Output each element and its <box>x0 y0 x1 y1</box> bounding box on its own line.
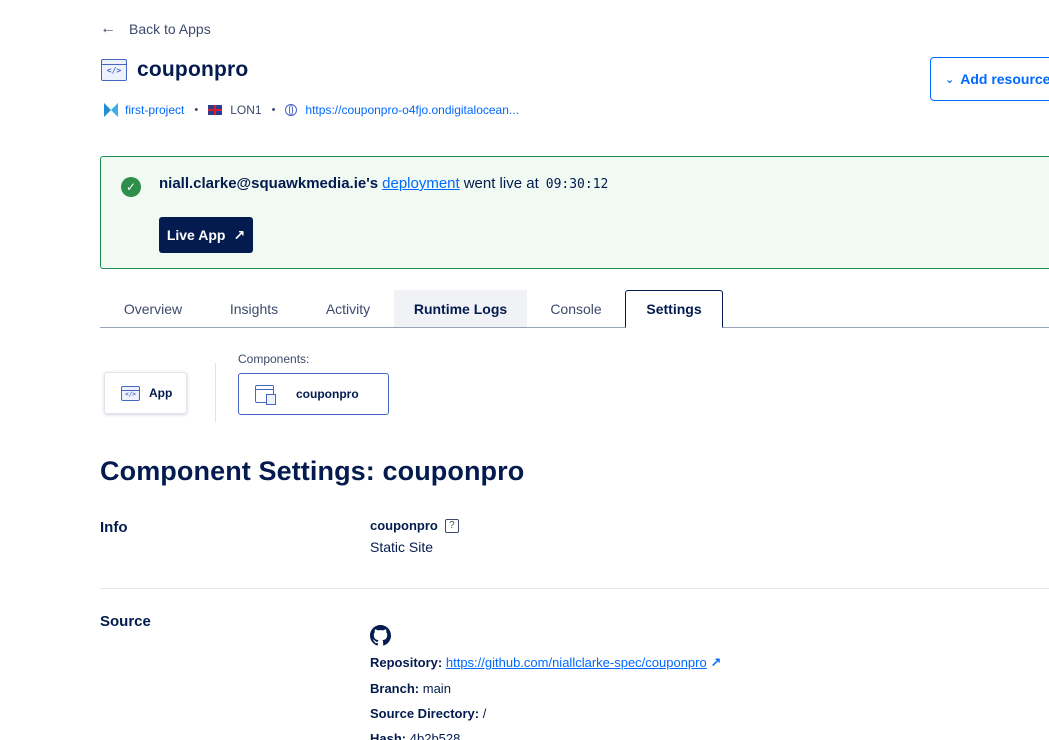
region-label: LON1 <box>230 103 262 117</box>
hash-label: Hash: <box>370 731 407 740</box>
deployment-message: niall.clarke@squawkmedia.ie's deployment… <box>159 175 608 192</box>
hash-row: Hash: 4b2b528 <box>370 731 460 740</box>
app-url-link[interactable]: https://couponpro-o4fjo.ondigitalocean..… <box>305 103 518 117</box>
code-window-icon: </> <box>101 59 127 81</box>
tab-overview[interactable]: Overview <box>100 290 206 327</box>
app-card-label: App <box>149 386 173 400</box>
github-icon <box>370 625 391 646</box>
back-label: Back to Apps <box>129 21 211 37</box>
globe-icon <box>285 104 298 116</box>
project-link[interactable]: first-project <box>125 103 184 117</box>
app-title: </> couponpro <box>101 58 248 82</box>
separator-dot: • <box>271 104 276 116</box>
repository-row: Repository: https://github.com/niallclar… <box>370 655 721 671</box>
deployment-status-text: went live at <box>463 175 539 192</box>
external-link-icon: ↗ <box>710 655 722 670</box>
source-directory-label: Source Directory: <box>370 706 480 721</box>
tab-activity[interactable]: Activity <box>302 290 394 327</box>
back-to-apps-link[interactable]: ← Back to Apps <box>100 20 211 38</box>
project-icon <box>104 103 118 117</box>
arrow-left-icon: ← <box>100 20 116 37</box>
deployment-link[interactable]: deployment <box>382 175 460 192</box>
tab-label: Settings <box>646 301 702 317</box>
component-name: couponpro ? <box>370 518 459 533</box>
uk-flag-icon <box>208 105 223 115</box>
app-name: couponpro <box>137 58 249 81</box>
component-card-couponpro[interactable]: couponpro <box>238 373 389 415</box>
source-directory-row: Source Directory: / <box>370 706 486 721</box>
tab-settings[interactable]: Settings <box>625 290 723 328</box>
live-app-label: Live App <box>166 227 226 243</box>
static-site-icon <box>255 385 276 405</box>
source-section-label: Source <box>100 613 151 630</box>
tab-runtime-logs[interactable]: Runtime Logs <box>394 290 527 327</box>
tab-label: Console <box>550 300 602 317</box>
component-name-text: couponpro <box>370 518 438 533</box>
code-window-icon: </> <box>121 385 140 401</box>
section-divider <box>100 588 1049 589</box>
chevron-down-icon: ⌄ <box>945 73 955 86</box>
help-icon[interactable]: ? <box>444 518 459 533</box>
branch-value: main <box>422 681 451 696</box>
info-section-label: Info <box>100 519 128 536</box>
component-card-label: couponpro <box>296 387 359 401</box>
tab-label: Runtime Logs <box>413 300 508 317</box>
tab-bar: Overview Insights Activity Runtime Logs … <box>100 290 1049 328</box>
components-label: Components: <box>238 352 310 366</box>
tab-console[interactable]: Console <box>527 290 625 327</box>
arrow-up-right-icon: ↗ <box>233 226 246 243</box>
tab-label: Activity <box>325 300 371 317</box>
tab-label: Overview <box>123 300 183 317</box>
tab-label: Insights <box>229 300 279 317</box>
live-app-button[interactable]: Live App ↗ <box>159 217 253 253</box>
add-resource-button[interactable]: ⌄ Add resource <box>930 57 1049 101</box>
app-meta: first-project • LON1 • https://couponpro… <box>104 101 519 119</box>
repository-link[interactable]: https://github.com/niallclarke-spec/coup… <box>446 655 707 670</box>
deployer-name: niall.clarke@squawkmedia.ie's <box>159 175 379 192</box>
hash-value: 4b2b528 <box>409 731 461 740</box>
divider <box>215 363 216 422</box>
separator-dot: • <box>194 104 199 116</box>
deployment-time: 09:30:12 <box>545 177 609 192</box>
add-resource-label: Add resource <box>960 71 1049 87</box>
branch-label: Branch: <box>370 681 420 696</box>
page-title: Component Settings: couponpro <box>100 456 525 486</box>
check-circle-icon: ✓ <box>121 177 141 197</box>
source-directory-value: / <box>482 706 487 721</box>
app-component-card[interactable]: </> App <box>104 372 187 414</box>
tab-insights[interactable]: Insights <box>206 290 302 327</box>
branch-row: Branch: main <box>370 681 451 696</box>
repository-label: Repository: <box>370 655 443 670</box>
component-type: Static Site <box>370 539 434 555</box>
